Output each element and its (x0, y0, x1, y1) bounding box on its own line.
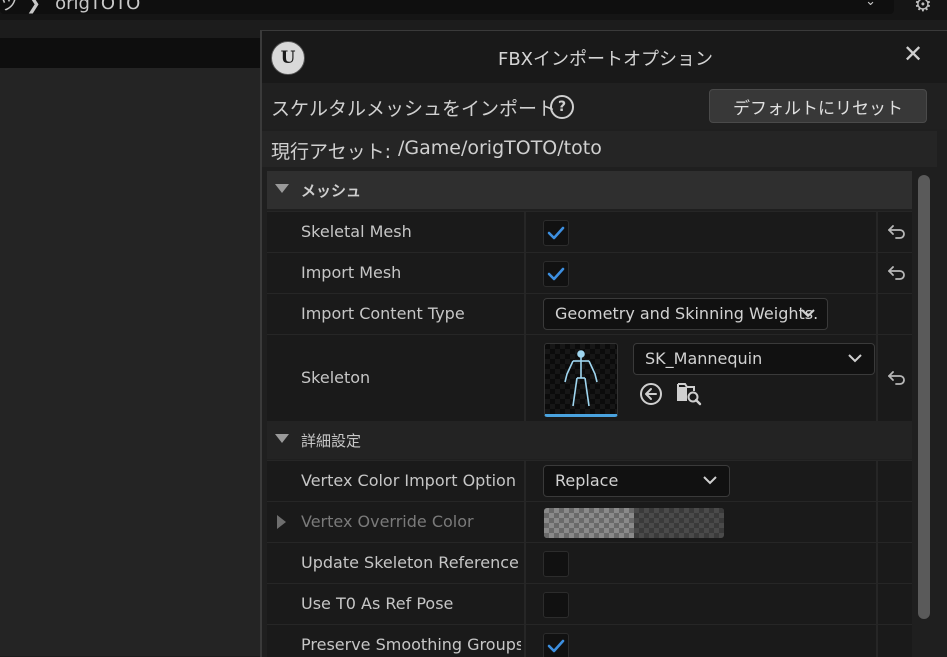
column-divider (876, 584, 878, 624)
property-row-import-mesh: Import Mesh (267, 252, 912, 293)
browse-asset-icon[interactable] (676, 380, 702, 406)
dropdown-value: Replace (555, 471, 619, 490)
category-mesh[interactable]: メッシュ (267, 171, 912, 209)
color-swatch-solid (634, 508, 724, 538)
property-row-use-t0-ref-pose: Use T0 As Ref Pose (267, 583, 912, 624)
help-icon[interactable]: ? (550, 95, 574, 119)
column-divider (524, 461, 526, 501)
reset-arrow-icon[interactable] (885, 366, 909, 390)
dialog-title-bar[interactable]: U FBXインポートオプション ✕ (262, 31, 947, 83)
dropdown-value: SK_Mannequin (645, 349, 763, 368)
category-label: メッシュ (301, 182, 362, 200)
property-label: Use T0 As Ref Pose (301, 594, 454, 613)
mannequin-icon (564, 350, 598, 407)
path-prefix: ツ (0, 0, 18, 15)
close-icon: ✕ (902, 40, 924, 68)
category-label: 詳細設定 (301, 432, 362, 450)
chevron-down-icon (801, 309, 815, 318)
details-scrollbar[interactable] (914, 171, 934, 657)
chevron-down-icon[interactable]: ⌄ (865, 0, 876, 9)
preserve-smoothing-checkbox[interactable] (543, 633, 569, 657)
scrollbar-thumb[interactable] (918, 175, 930, 619)
use-t0-checkbox[interactable] (543, 592, 569, 618)
column-divider (876, 461, 878, 501)
content-path-bar[interactable]: ツ ❯ origTOTO ⌄ (0, 0, 894, 15)
property-label: Skeleton (301, 368, 371, 387)
vertex-color-import-dropdown[interactable]: Replace (543, 465, 730, 497)
color-swatch-alpha (544, 508, 634, 538)
reset-to-default-button[interactable]: デフォルトにリセット (709, 89, 927, 123)
current-asset-label: 現行アセット: (271, 141, 392, 163)
reset-arrow-icon[interactable] (885, 261, 909, 285)
import-type-label: スケルタルメッシュをインポート (271, 98, 557, 120)
fbx-import-dialog: U FBXインポートオプション ✕ スケルタルメッシュをインポート ? デフォル… (260, 30, 947, 657)
column-divider (876, 543, 878, 583)
column-divider (524, 253, 526, 293)
skeletal-mesh-checkbox[interactable] (543, 220, 569, 246)
column-divider (876, 253, 878, 293)
vertex-override-color-swatch[interactable] (544, 508, 724, 538)
gear-icon[interactable]: ⚙ (914, 0, 932, 16)
property-label: Import Content Type (301, 304, 465, 323)
dropdown-value: Geometry and Skinning Weights. (555, 304, 819, 323)
import-mesh-checkbox[interactable] (543, 261, 569, 287)
property-label: Vertex Override Color (301, 512, 474, 531)
expand-arrow-icon[interactable] (277, 515, 286, 529)
property-row-update-skeleton-reference: Update Skeleton Reference P... (267, 542, 912, 583)
update-skeleton-reference-checkbox[interactable] (543, 551, 569, 577)
checkmark-icon (547, 267, 565, 281)
skeleton-thumbnail[interactable] (544, 343, 618, 417)
property-row-skeleton: Skeleton SK_Mannequin (267, 334, 912, 421)
checkmark-icon (547, 639, 565, 653)
property-label: Skeletal Mesh (301, 222, 412, 241)
reset-arrow-icon[interactable] (885, 220, 909, 244)
expand-arrow-icon[interactable] (275, 184, 289, 193)
path-folder[interactable]: origTOTO (55, 0, 140, 14)
column-divider (524, 584, 526, 624)
expand-arrow-icon[interactable] (275, 434, 289, 443)
import-content-type-dropdown[interactable]: Geometry and Skinning Weights. (543, 298, 828, 330)
import-header-row: スケルタルメッシュをインポート ? デフォルトにリセット (262, 83, 947, 129)
property-label: Import Mesh (301, 263, 402, 282)
column-divider (524, 625, 526, 657)
column-divider (524, 294, 526, 334)
column-divider (876, 502, 878, 542)
current-asset-row: 現行アセット: /Game/origTOTO/toto (262, 131, 937, 167)
details-panel: メッシュ Skeletal Mesh Import Mesh Import Co… (267, 171, 912, 657)
column-divider (524, 502, 526, 542)
path-separator-icon: ❯ (26, 0, 42, 14)
property-row-import-content-type: Import Content Type Geometry and Skinnin… (267, 293, 912, 334)
column-divider (524, 212, 526, 252)
property-row-vertex-color-import: Vertex Color Import Option Replace (267, 460, 912, 501)
column-divider (876, 625, 878, 657)
use-selected-asset-icon[interactable] (638, 381, 664, 407)
editor-panel-header (0, 38, 262, 68)
property-row-vertex-override-color: Vertex Override Color (267, 501, 912, 542)
property-label: Update Skeleton Reference P... (301, 553, 521, 572)
property-label: Vertex Color Import Option (301, 471, 516, 490)
column-divider (876, 335, 878, 421)
dialog-title: FBXインポートオプション (497, 49, 714, 70)
property-row-preserve-smoothing-groups: Preserve Smoothing Groups (267, 624, 912, 657)
column-divider (876, 294, 878, 334)
close-button[interactable]: ✕ (898, 39, 928, 69)
current-asset-path: /Game/origTOTO/toto (398, 137, 602, 159)
column-divider (876, 212, 878, 252)
checkmark-icon (547, 226, 565, 240)
column-divider (524, 543, 526, 583)
property-row-skeletal-mesh: Skeletal Mesh (267, 211, 912, 252)
column-divider (524, 335, 526, 421)
chevron-down-icon (703, 476, 717, 485)
editor-side-panel (0, 68, 262, 656)
property-label: Preserve Smoothing Groups (301, 635, 521, 654)
category-advanced[interactable]: 詳細設定 (267, 421, 912, 459)
chevron-down-icon (848, 354, 862, 363)
skeleton-dropdown[interactable]: SK_Mannequin (633, 343, 875, 375)
